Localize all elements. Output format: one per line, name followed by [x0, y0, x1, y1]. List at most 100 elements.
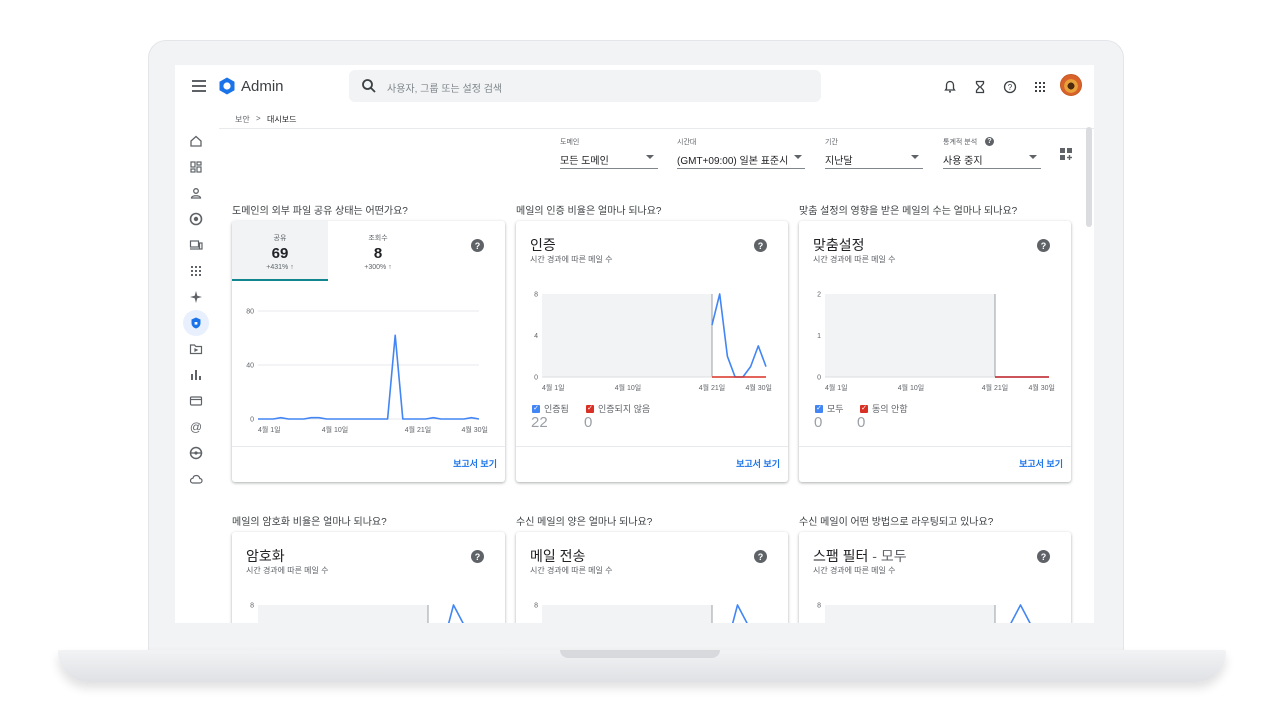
routing-title-suffix: - 모두: [868, 548, 907, 564]
sharing-help-icon[interactable]: ?: [471, 239, 484, 252]
chart-series-line: [1010, 604, 1031, 623]
hourglass-icon[interactable]: [970, 77, 990, 97]
breadcrumb-separator: >: [256, 114, 261, 123]
nav-rules-icon[interactable]: [186, 443, 206, 463]
routing-help-icon[interactable]: ?: [1037, 550, 1050, 563]
checkbox-icon[interactable]: ✓: [586, 404, 594, 413]
nav-user-icon[interactable]: [186, 183, 206, 203]
nav-home-icon[interactable]: [186, 131, 206, 151]
nav-apps-icon[interactable]: [186, 261, 206, 281]
volume-help-icon[interactable]: ?: [754, 550, 767, 563]
chevron-down-icon: [646, 155, 654, 159]
chart-y-tick-label: 8: [817, 603, 821, 610]
encryption-chart: 8: [250, 603, 464, 623]
chart-series-line: [731, 604, 748, 623]
chart-y-tick-label: 2: [817, 292, 821, 299]
custom-help-icon[interactable]: ?: [1037, 239, 1050, 252]
filter-analysis[interactable]: 통계적 분석 ? 사용 중지: [943, 137, 1041, 169]
filter-period-value[interactable]: 지난달: [825, 152, 853, 167]
auth-report-link[interactable]: 보고서 보기: [736, 457, 780, 470]
custom-disagree-count: 0: [857, 414, 866, 431]
chart-y-tick-label: 1: [817, 333, 821, 340]
nav-billing-icon[interactable]: [186, 391, 206, 411]
filter-timezone[interactable]: 시간대 (GMT+09:00) 일본 표준시: [677, 137, 805, 169]
nav-account-at-icon[interactable]: @: [186, 417, 206, 437]
filter-period[interactable]: 기간 지난달: [825, 137, 923, 169]
chart-shaded-region: [542, 605, 712, 623]
nav-drive-folder-icon[interactable]: [186, 339, 206, 359]
add-widget-icon[interactable]: [1059, 147, 1073, 161]
chart-shaded-region: [542, 294, 712, 377]
nav-devices-icon[interactable]: [186, 235, 206, 255]
search-bar[interactable]: 사용자, 그룹 또는 설정 검색: [349, 70, 821, 102]
custom-legend-disagree[interactable]: ✓ 동의 안함: [860, 402, 908, 415]
filter-domain-label: 도메인: [560, 139, 580, 146]
nav-dashboard-icon[interactable]: [186, 157, 206, 177]
filter-timezone-value[interactable]: (GMT+09:00) 일본 표준시: [677, 152, 788, 167]
tab-views[interactable]: 조회수 8 +300% ↑: [330, 221, 426, 281]
chart-y-tick-label: 0: [817, 375, 821, 382]
encryption-help-icon[interactable]: ?: [471, 550, 484, 563]
nav-cloud-icon[interactable]: [186, 469, 206, 489]
nav-sparkle-icon[interactable]: [186, 287, 206, 307]
auth-authenticated-count: 22: [531, 414, 548, 431]
admin-screen: Admin 사용자, 그룹 또는 설정 검색 ? 보안 > 대시보드 @ 도메인…: [175, 65, 1094, 623]
svg-text:?: ?: [1008, 83, 1013, 92]
auth-title: 인증: [530, 237, 556, 253]
filter-domain[interactable]: 도메인 모든 도메인: [560, 137, 658, 169]
chart-x-tick-label: 4월 1일: [258, 425, 281, 434]
chart-series-line: [258, 334, 480, 420]
chevron-down-icon: [911, 155, 919, 159]
custom-title: 맞춤설정: [813, 237, 865, 253]
custom-chart: 0 1 2 4월 1일 4월 10일 4월 21일 4월 30일: [817, 292, 1055, 392]
custom-report-link[interactable]: 보고서 보기: [1019, 457, 1063, 470]
tab-shares[interactable]: 공유 69 +431% ↑: [232, 221, 328, 281]
admin-logo-icon: [219, 77, 235, 95]
filter-analysis-label: 통계적 분석: [943, 139, 978, 146]
svg-text:@: @: [190, 420, 202, 434]
checkbox-icon[interactable]: ✓: [815, 404, 823, 413]
routing-subtitle: 시간 경과에 따른 메일 수: [813, 566, 896, 575]
auth-question: 메일의 인증 비율은 얼마나 되나요?: [516, 206, 662, 217]
checkbox-icon[interactable]: ✓: [532, 404, 540, 413]
filter-timezone-label: 시간대: [677, 139, 697, 146]
breadcrumb-current: 대시보드: [267, 115, 297, 124]
main-menu-icon[interactable]: [192, 80, 206, 92]
custom-subtitle: 시간 경과에 따른 메일 수: [813, 255, 896, 264]
bell-icon[interactable]: [940, 77, 960, 97]
volume-question: 수신 메일의 양은 얼마나 되나요?: [516, 517, 653, 528]
search-placeholder[interactable]: 사용자, 그룹 또는 설정 검색: [387, 80, 502, 95]
sharing-card: 공유 69 +431% ↑ 조회수 8 +300% ↑ ? 0 40 80 4월 1일…: [232, 221, 505, 482]
sharing-report-link[interactable]: 보고서 보기: [453, 457, 497, 470]
nav-chrome-icon[interactable]: [186, 209, 206, 229]
analysis-help-icon[interactable]: ?: [985, 137, 994, 146]
nav-security-icon[interactable]: [183, 310, 209, 336]
volume-title: 메일 전송: [530, 548, 586, 564]
nav-reports-icon[interactable]: [186, 365, 206, 385]
chart-x-tick-label: 4월 10일: [615, 383, 642, 391]
filter-domain-value[interactable]: 모든 도메인: [560, 152, 609, 167]
auth-help-icon[interactable]: ?: [754, 239, 767, 252]
tab-views-value: 8: [373, 245, 383, 262]
chart-y-tick-label: 8: [250, 603, 254, 610]
chart-shaded-region: [825, 294, 995, 377]
chart-series-line: [711, 293, 767, 378]
chart-x-tick-label: 4월 30일: [461, 425, 488, 434]
chart-x-tick-label: 4월 1일: [542, 383, 565, 391]
chart-shaded-region: [258, 605, 428, 623]
page-scrollbar[interactable]: [1086, 127, 1092, 227]
auth-legend-unauthenticated[interactable]: ✓ 인증되지 않음: [586, 402, 650, 415]
chart-y-tick-label: 40: [246, 363, 254, 370]
apps-grid-icon[interactable]: [1030, 77, 1050, 97]
chart-x-tick-label: 4월 1일: [825, 383, 848, 391]
laptop-notch: [560, 650, 720, 658]
avatar[interactable]: [1060, 74, 1082, 96]
tab-shares-value: 69: [271, 245, 289, 262]
filter-analysis-value[interactable]: 사용 중지: [943, 152, 983, 167]
chart-x-tick-label: 4월 10일: [898, 383, 925, 391]
auth-legend-unauthenticated-label: 인증되지 않음: [598, 404, 651, 414]
help-icon[interactable]: ?: [1000, 77, 1020, 97]
checkbox-icon[interactable]: ✓: [860, 404, 868, 413]
breadcrumb-parent-link[interactable]: 보안: [235, 114, 250, 125]
filter-period-label: 기간: [825, 139, 838, 146]
